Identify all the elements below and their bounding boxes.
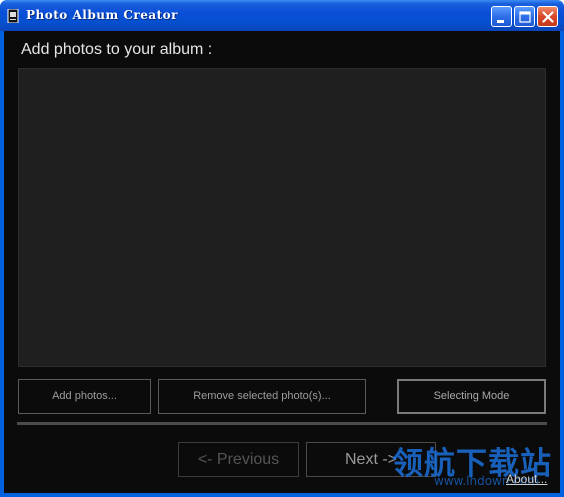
client-area: Add photos to your album : Add photos...… [4, 31, 560, 493]
about-link[interactable]: About... [506, 472, 547, 486]
divider [17, 422, 547, 425]
window-title: Photo Album Creator [26, 8, 178, 22]
maximize-icon [519, 11, 531, 23]
previous-button[interactable]: <- Previous [178, 442, 299, 477]
photo-list[interactable] [18, 68, 546, 367]
minimize-icon [497, 20, 504, 23]
selecting-mode-button[interactable]: Selecting Mode [397, 379, 546, 414]
close-button[interactable] [537, 6, 558, 27]
remove-selected-button[interactable]: Remove selected photo(s)... [158, 379, 366, 414]
title-bar[interactable]: Photo Album Creator [0, 0, 564, 31]
app-window: Photo Album Creator Add photos to your a… [0, 0, 564, 497]
app-icon [7, 9, 19, 23]
maximize-button[interactable] [514, 6, 535, 27]
page-title: Add photos to your album : [21, 41, 213, 58]
minimize-button[interactable] [491, 6, 512, 27]
close-icon [542, 11, 554, 23]
add-photos-button[interactable]: Add photos... [18, 379, 151, 414]
